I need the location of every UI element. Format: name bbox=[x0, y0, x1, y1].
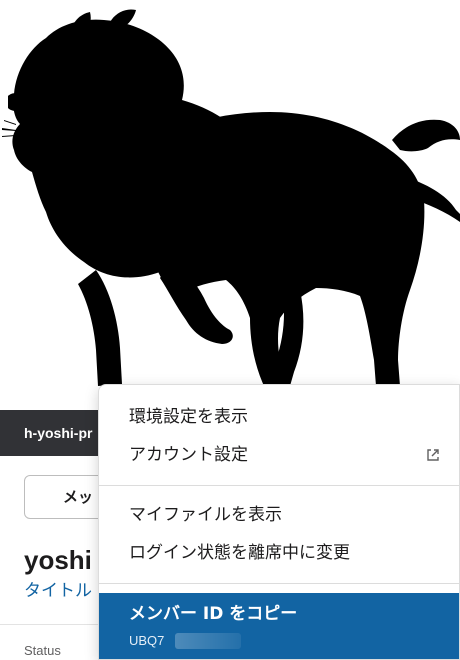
menu-item-account-settings[interactable]: アカウント設定 bbox=[99, 437, 459, 473]
menu-item-label: 環境設定を表示 bbox=[129, 407, 248, 427]
menu-item-view-my-files[interactable]: マイファイルを表示 bbox=[99, 497, 459, 533]
menu-separator bbox=[99, 583, 459, 584]
context-menu: 環境設定を表示 アカウント設定 マイファイルを表示 ログイン状態を離席中に変更 … bbox=[98, 384, 460, 660]
member-id-value: UBQ7 bbox=[129, 633, 165, 648]
menu-item-set-away[interactable]: ログイン状態を離席中に変更 bbox=[99, 535, 459, 571]
profile-photo[interactable] bbox=[0, 0, 460, 410]
lion-silhouette-image bbox=[2, 9, 460, 386]
menu-item-label: アカウント設定 bbox=[129, 445, 248, 465]
member-id-redaction bbox=[175, 633, 241, 649]
status-label: Status bbox=[24, 643, 61, 658]
display-name: yoshi bbox=[24, 545, 92, 575]
menu-item-label: ログイン状態を離席中に変更 bbox=[129, 543, 350, 563]
menu-item-label: メンバー ID をコピー bbox=[129, 604, 298, 624]
menu-item-view-preferences[interactable]: 環境設定を表示 bbox=[99, 399, 459, 435]
menu-item-label: マイファイルを表示 bbox=[129, 505, 282, 525]
profile-panel: h-yoshi-pr メッ yoshi タイトル Status 環境設定を表示 … bbox=[0, 0, 460, 660]
external-link-icon bbox=[427, 449, 439, 461]
menu-item-copy-member-id[interactable]: メンバー ID をコピー UBQ7 bbox=[99, 593, 459, 659]
menu-separator bbox=[99, 485, 459, 486]
title-link[interactable]: タイトル bbox=[24, 578, 92, 604]
